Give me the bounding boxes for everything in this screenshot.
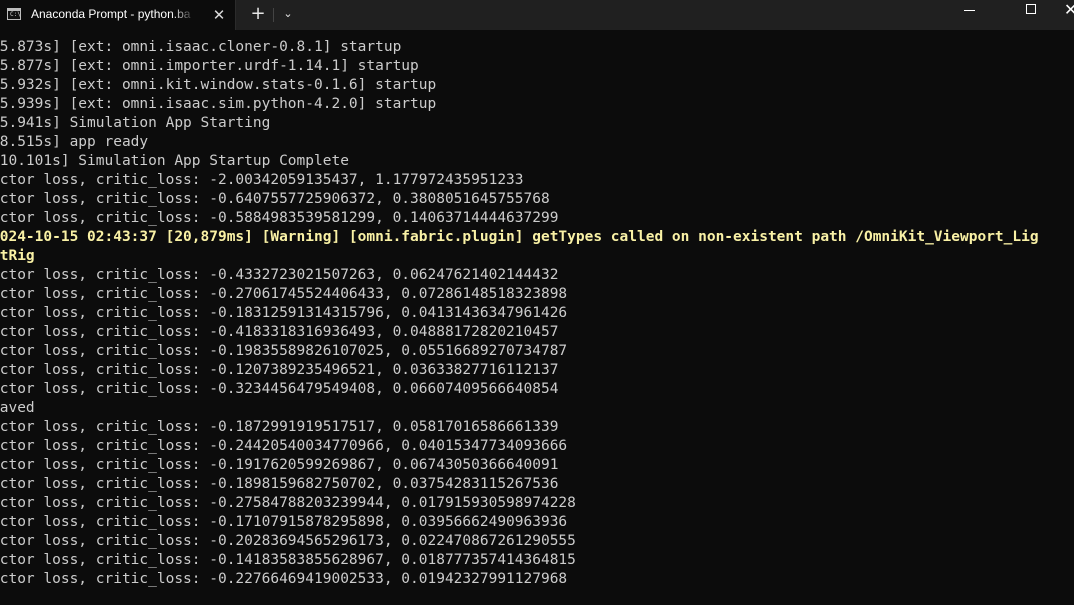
console-icon-text: C:\	[10, 11, 21, 18]
maximize-icon	[1026, 4, 1036, 14]
terminal-output[interactable]: [5.873s] [ext: omni.isaac.cloner-0.8.1] …	[0, 38, 1074, 605]
terminal-line: actor loss, critic_loss: -0.141835838556…	[0, 552, 576, 568]
terminal-warning-line: 2024-10-15 02:43:37 [20,879ms] [Warning]…	[0, 229, 1039, 245]
chevron-down-icon[interactable]: ⌄	[278, 4, 298, 24]
terminal-line: actor loss, critic_loss: -0.244205400347…	[0, 438, 568, 454]
tab-anaconda-prompt[interactable]: C:\ Anaconda Prompt - python.ba ✕	[0, 0, 236, 30]
terminal-line: actor loss, critic_loss: -0.171079158782…	[0, 514, 568, 530]
tab-close-icon[interactable]: ✕	[209, 5, 229, 25]
terminal-warning-line: htRig	[0, 248, 35, 264]
title-bar[interactable]: C:\ Anaconda Prompt - python.ba ✕ + ⌄ ✕	[0, 0, 1074, 30]
terminal-line: actor loss, critic_loss: -0.183125913143…	[0, 305, 568, 321]
terminal-line: actor loss, critic_loss: -2.003420591354…	[0, 172, 524, 188]
new-tab-button[interactable]: +	[247, 3, 269, 25]
maximize-button[interactable]	[1008, 0, 1054, 30]
terminal-line: [5.873s] [ext: omni.isaac.cloner-0.8.1] …	[0, 39, 402, 55]
terminal-line: actor loss, critic_loss: -0.640755772590…	[0, 191, 550, 207]
close-window-button[interactable]: ✕	[1056, 0, 1074, 30]
minimize-button[interactable]	[946, 0, 992, 30]
terminal-line: actor loss, critic_loss: -0.191762059926…	[0, 457, 559, 473]
terminal-line: actor loss, critic_loss: -0.120738923549…	[0, 362, 559, 378]
terminal-line: actor loss, critic_loss: -0.323445647954…	[0, 381, 559, 397]
terminal-line: actor loss, critic_loss: -0.189815968275…	[0, 476, 559, 492]
terminal-line: actor loss, critic_loss: -0.418331831693…	[0, 324, 559, 340]
terminal-line: actor loss, critic_loss: -0.202836945652…	[0, 533, 576, 549]
tab-divider	[273, 8, 274, 22]
minimize-icon	[964, 10, 975, 11]
terminal-line: [5.941s] Simulation App Starting	[0, 115, 271, 131]
terminal-line: saved	[0, 400, 35, 416]
terminal-line: [5.877s] [ext: omni.importer.urdf-1.14.1…	[0, 58, 419, 74]
terminal-line: actor loss, critic_loss: -0.270617455244…	[0, 286, 568, 302]
console-icon: C:\	[7, 8, 21, 20]
terminal-line: [8.515s] app ready	[0, 134, 149, 150]
terminal-line: actor loss, critic_loss: -0.433272302150…	[0, 267, 559, 283]
terminal-line: [10.101s] Simulation App Startup Complet…	[0, 153, 349, 169]
terminal-line: actor loss, critic_loss: -0.588498353958…	[0, 210, 559, 226]
terminal-line: actor loss, critic_loss: -0.227664694190…	[0, 571, 568, 587]
terminal-line: [5.939s] [ext: omni.isaac.sim.python-4.2…	[0, 96, 437, 112]
close-icon: ✕	[1064, 0, 1074, 19]
terminal-line: actor loss, critic_loss: -0.187299191951…	[0, 419, 559, 435]
terminal-line: actor loss, critic_loss: -0.275847882032…	[0, 495, 576, 511]
tab-title: Anaconda Prompt - python.ba	[31, 7, 191, 21]
terminal-line: actor loss, critic_loss: -0.198355898261…	[0, 343, 568, 359]
terminal-line: [5.932s] [ext: omni.kit.window.stats-0.1…	[0, 77, 437, 93]
terminal-window: C:\ Anaconda Prompt - python.ba ✕ + ⌄ ✕ …	[0, 0, 1074, 605]
